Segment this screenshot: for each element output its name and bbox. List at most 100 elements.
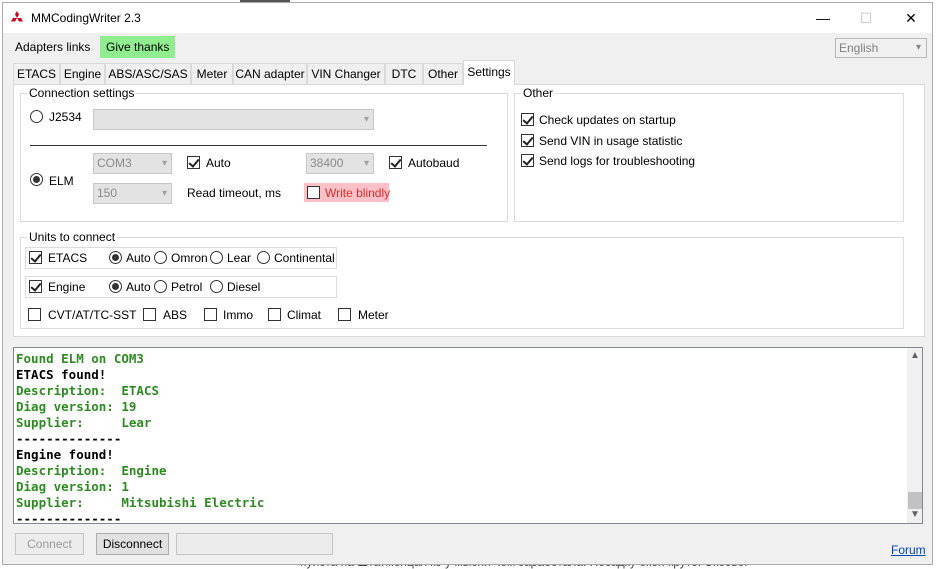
timeout-label: Read timeout, ms xyxy=(187,186,282,200)
auto-port-label: Auto xyxy=(206,156,231,170)
chevron-down-icon: ▾ xyxy=(915,42,921,53)
connection-settings-group: Connection settings J2534 ▾ ELM COM3 ▾ A… xyxy=(20,87,508,222)
chevron-down-icon: ▾ xyxy=(363,114,369,125)
j2534-label: J2534 xyxy=(49,110,82,124)
etacs-lear-radio[interactable] xyxy=(210,251,223,264)
send-logs-label: Send logs for troubleshooting xyxy=(539,154,696,168)
etacs-unit-checkbox[interactable] xyxy=(29,251,42,264)
log-line: -------------- xyxy=(16,511,122,524)
autobaud-label: Autobaud xyxy=(408,156,460,170)
climat-unit-label: Climat xyxy=(287,308,322,322)
j2534-radio[interactable] xyxy=(30,110,43,123)
connection-divider xyxy=(30,145,487,146)
tab-settings[interactable]: Settings xyxy=(463,60,515,85)
chevron-down-icon: ▾ xyxy=(363,158,369,169)
meter-unit-checkbox[interactable] xyxy=(338,308,351,321)
autobaud-checkbox[interactable] xyxy=(389,156,402,169)
tab-can-adapter[interactable]: CAN adapter xyxy=(233,63,307,84)
close-button[interactable]: ✕ xyxy=(888,3,932,33)
log-line: Diag version: 19 xyxy=(16,399,137,414)
chevron-down-icon: ▾ xyxy=(161,158,167,169)
log-line: -------------- xyxy=(16,431,122,446)
tab-vin-changer[interactable]: VIN Changer xyxy=(307,63,385,84)
etacs-lear-label: Lear xyxy=(227,251,252,265)
cvt-unit-label: CVT/AT/TC-SST xyxy=(48,308,137,322)
baud-value: 38400 xyxy=(310,156,344,170)
connect-button[interactable]: Connect xyxy=(15,533,84,555)
units-group: Units to connect ETACS Auto Omron Lear C… xyxy=(20,231,904,329)
send-vin-label: Send VIN in usage statistic xyxy=(539,134,683,148)
etacs-auto-label: Auto xyxy=(126,251,151,265)
etacs-continental-radio[interactable] xyxy=(257,251,270,264)
immo-unit-checkbox[interactable] xyxy=(204,308,217,321)
other-settings-group: Other Check updates on startup Send VIN … xyxy=(514,87,904,222)
minimize-button[interactable]: — xyxy=(800,3,846,33)
check-updates-checkbox[interactable] xyxy=(521,113,534,126)
main-window: MMCodingWriter 2.3 — ☐ ✕ Adapters links … xyxy=(2,2,933,565)
timeout-value: 150 xyxy=(97,186,118,200)
check-updates-label: Check updates on startup xyxy=(539,113,676,127)
log-console[interactable]: Found ELM on COM3 ETACS found! Descripti… xyxy=(13,347,923,524)
etacs-omron-radio[interactable] xyxy=(154,251,167,264)
port-value: COM3 xyxy=(97,156,132,170)
etacs-auto-radio[interactable] xyxy=(109,251,122,264)
language-value: English xyxy=(839,41,879,55)
chevron-up-icon[interactable]: ▲ xyxy=(907,348,922,364)
connection-settings-title: Connection settings xyxy=(27,86,137,100)
engine-petrol-radio[interactable] xyxy=(154,280,167,293)
write-blindly-label: Write blindly xyxy=(325,186,391,200)
menu-give-thanks[interactable]: Give thanks xyxy=(100,36,176,58)
tab-abs-asc-sas[interactable]: ABS/ASC/SAS xyxy=(105,63,191,84)
etacs-unit-label: ETACS xyxy=(48,251,88,265)
other-settings-title: Other xyxy=(521,86,556,100)
log-line: ETACS found! xyxy=(16,367,107,382)
forum-link[interactable]: Forum xyxy=(891,543,926,557)
engine-petrol-label: Petrol xyxy=(171,280,203,294)
timeout-select[interactable]: 150 ▾ xyxy=(93,183,172,204)
engine-diesel-label: Diesel xyxy=(227,280,261,294)
log-line: Supplier: Lear xyxy=(16,415,152,430)
tab-engine[interactable]: Engine xyxy=(60,63,105,84)
maximize-button[interactable]: ☐ xyxy=(843,3,889,33)
tab-etacs[interactable]: ETACS xyxy=(13,63,60,84)
send-vin-checkbox[interactable] xyxy=(521,134,534,147)
tab-other[interactable]: Other xyxy=(423,63,463,84)
abs-unit-checkbox[interactable] xyxy=(143,308,156,321)
write-blindly-checkbox[interactable] xyxy=(307,186,320,199)
j2534-device-select[interactable]: ▾ xyxy=(93,109,374,130)
log-line: Description: ETACS xyxy=(16,383,159,398)
status-field xyxy=(176,533,333,555)
log-scrollbar[interactable]: ▲ ▼ xyxy=(907,348,922,523)
etacs-unit-row: ETACS Auto Omron Lear Continental xyxy=(25,247,337,269)
port-select[interactable]: COM3 ▾ xyxy=(93,153,172,174)
log-line: Engine found! xyxy=(16,447,114,462)
etacs-omron-label: Omron xyxy=(171,251,208,265)
menu-adapters-links[interactable]: Adapters links xyxy=(9,36,96,58)
language-select[interactable]: English ▾ xyxy=(835,38,927,58)
disconnect-button[interactable]: Disconnect xyxy=(96,533,169,555)
elm-radio[interactable] xyxy=(30,173,43,186)
tab-meter[interactable]: Meter xyxy=(191,63,233,84)
units-title: Units to connect xyxy=(27,230,118,244)
chevron-down-icon[interactable]: ▼ xyxy=(907,507,922,523)
send-logs-checkbox[interactable] xyxy=(521,154,534,167)
baud-select[interactable]: 38400 ▾ xyxy=(306,153,374,174)
climat-unit-checkbox[interactable] xyxy=(268,308,281,321)
meter-unit-label: Meter xyxy=(358,308,389,322)
window-title: MMCodingWriter 2.3 xyxy=(31,11,141,25)
engine-auto-radio[interactable] xyxy=(109,280,122,293)
abs-unit-label: ABS xyxy=(163,308,188,322)
engine-unit-row: Engine Auto Petrol Diesel xyxy=(25,276,337,298)
cvt-unit-checkbox[interactable] xyxy=(28,308,41,321)
engine-diesel-radio[interactable] xyxy=(210,280,223,293)
immo-unit-label: Immo xyxy=(223,308,253,322)
engine-unit-label: Engine xyxy=(48,280,86,294)
engine-unit-checkbox[interactable] xyxy=(29,280,42,293)
log-line: Diag version: 1 xyxy=(16,479,129,494)
menu-bar: Adapters links Give thanks xyxy=(3,33,932,61)
log-line: Supplier: Mitsubishi Electric xyxy=(16,495,265,510)
auto-port-checkbox[interactable] xyxy=(187,156,200,169)
log-line: Description: Engine xyxy=(16,463,167,478)
title-bar[interactable]: MMCodingWriter 2.3 — ☐ ✕ xyxy=(3,3,932,33)
tab-dtc[interactable]: DTC xyxy=(385,63,423,84)
